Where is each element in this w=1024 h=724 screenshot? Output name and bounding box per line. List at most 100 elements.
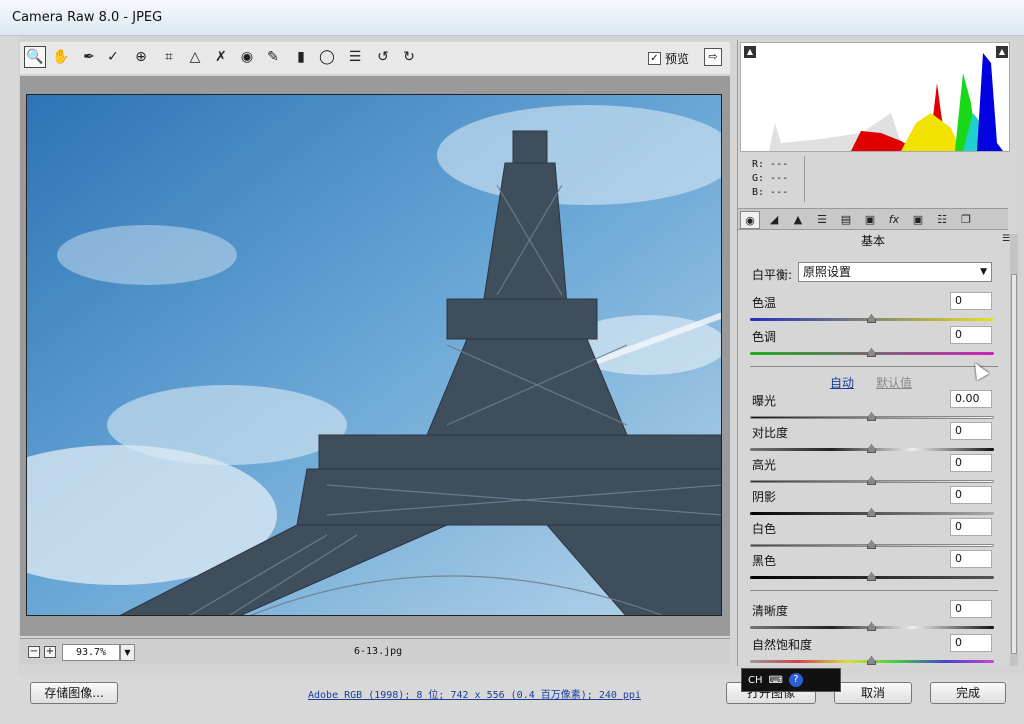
white-balance-select[interactable]: 原照设置 ▼ <box>798 262 992 282</box>
b-readout: B: --- <box>752 187 789 198</box>
preview-toggle[interactable]: ✓ 预览 <box>648 50 689 67</box>
ime-language[interactable]: CH <box>748 675 763 686</box>
panel-scrollbar[interactable] <box>1010 234 1018 666</box>
graduated-filter-icon[interactable]: ▮ <box>290 46 312 68</box>
zoom-icon[interactable]: 🔍 <box>24 46 46 68</box>
preview-checkbox[interactable]: ✓ <box>648 52 661 65</box>
zoom-dropdown-icon[interactable]: ▼ <box>120 644 135 661</box>
g-readout: G: --- <box>752 173 789 184</box>
effects-tab-icon[interactable]: fx <box>884 211 904 229</box>
slider-thumb[interactable] <box>867 656 876 665</box>
chevron-down-icon: ▼ <box>980 267 987 277</box>
slider-thumb[interactable] <box>867 572 876 581</box>
white-balance-icon[interactable]: ✒ <box>78 46 100 68</box>
divider <box>750 590 998 591</box>
section-title: 基本 <box>860 234 885 248</box>
zoom-level-field[interactable]: 93.7% <box>62 644 120 661</box>
photo-preview[interactable] <box>26 94 722 616</box>
default-link[interactable]: 默认值 <box>876 374 912 391</box>
white-balance-label: 白平衡: <box>752 268 793 282</box>
snapshots-tab-icon[interactable]: ❐ <box>956 211 976 229</box>
slider-whites: 白色 0 <box>750 518 994 554</box>
ime-toolbar[interactable]: CH ⌨ ? <box>741 668 841 692</box>
radial-filter-icon[interactable]: ◯ <box>316 46 338 68</box>
fullscreen-toggle-icon[interactable]: ⇨ <box>704 48 722 66</box>
slider-value-field[interactable]: 0 <box>950 600 992 618</box>
lens-tab-icon[interactable]: ▣ <box>860 211 880 229</box>
slider-label: 曝光 <box>752 394 777 408</box>
spot-removal-icon[interactable]: ✗ <box>210 46 232 68</box>
crop-icon[interactable]: ⌗ <box>158 46 180 68</box>
slider-label: 对比度 <box>752 426 789 440</box>
slider-thumb[interactable] <box>867 444 876 453</box>
left-edge <box>0 36 18 676</box>
slider-value-field[interactable]: 0 <box>950 422 992 440</box>
straighten-icon[interactable]: △ <box>184 46 206 68</box>
slider-shadows: 阴影 0 <box>750 486 994 522</box>
zoom-in-button[interactable]: + <box>44 646 56 658</box>
slider-clarity: 清晰度 0 <box>750 600 994 636</box>
slider-label: 高光 <box>752 458 777 472</box>
target-adjust-icon[interactable]: ⊕ <box>130 46 152 68</box>
red-eye-icon[interactable]: ◉ <box>236 46 258 68</box>
hsl-tab-icon[interactable]: ☰ <box>812 211 832 229</box>
panel-tabs: ◉ ◢ ▲ ☰ ▤ ▣ fx ▣ ☷ ❐ <box>738 208 1008 230</box>
save-image-button[interactable]: 存储图像... <box>30 682 118 704</box>
slider-thumb[interactable] <box>867 540 876 549</box>
color-sampler-icon[interactable]: ✓ <box>102 46 124 68</box>
histogram-graph <box>769 53 1003 151</box>
readout-divider <box>804 156 805 202</box>
slider-thumb[interactable] <box>867 476 876 485</box>
detail-tab-icon[interactable]: ▲ <box>788 211 808 229</box>
help-icon[interactable]: ? <box>788 673 803 687</box>
tone-curve-tab-icon[interactable]: ◢ <box>764 211 784 229</box>
slider-value-field[interactable]: 0 <box>950 634 992 652</box>
done-button[interactable]: 完成 <box>930 682 1006 704</box>
panel-menu-icon[interactable]: ☰ <box>1002 234 1010 244</box>
shadow-clipping-icon[interactable]: ▲ <box>744 46 756 58</box>
keyboard-icon[interactable]: ⌨ <box>769 675 783 686</box>
rotate-left-icon[interactable]: ↺ <box>372 46 394 68</box>
preview-label: 预览 <box>665 52 690 66</box>
slider-temperature: 色温 0 <box>750 292 994 328</box>
image-preview-area <box>20 76 730 636</box>
slider-thumb[interactable] <box>867 622 876 631</box>
eiffel-tower-image <box>27 95 721 615</box>
zoom-out-button[interactable]: − <box>28 646 40 658</box>
slider-value-field[interactable]: 0 <box>950 486 992 504</box>
slider-value-field[interactable]: 0 <box>950 454 992 472</box>
slider-thumb[interactable] <box>867 508 876 517</box>
slider-exposure: 曝光 0.00 <box>750 390 994 426</box>
split-toning-tab-icon[interactable]: ▤ <box>836 211 856 229</box>
slider-value-field[interactable]: 0 <box>950 292 992 310</box>
adjustment-brush-icon[interactable]: ✎ <box>262 46 284 68</box>
slider-value-field[interactable]: 0 <box>950 518 992 536</box>
slider-value-field[interactable]: 0.00 <box>950 390 992 408</box>
slider-contrast: 对比度 0 <box>750 422 994 458</box>
highlight-clipping-icon[interactable]: ▲ <box>996 46 1008 58</box>
basic-tab-icon[interactable]: ◉ <box>740 211 760 229</box>
slider-tint: 色调 0 <box>750 326 994 362</box>
scrollbar-thumb[interactable] <box>1011 274 1017 654</box>
workflow-options-link[interactable]: Adobe RGB (1998); 8 位; 742 x 556 (0.4 百万… <box>308 686 641 701</box>
slider-value-field[interactable]: 0 <box>950 550 992 568</box>
adjustments-panel: ▲ ▲ R: --- G: --- B: --- ◉ ◢ ▲ ☰ ▤ ▣ fx … <box>737 40 1018 666</box>
slider-label: 阴影 <box>752 490 777 504</box>
auto-link[interactable]: 自动 <box>830 374 854 391</box>
slider-highlights: 高光 0 <box>750 454 994 490</box>
cancel-button[interactable]: 取消 <box>834 682 912 704</box>
slider-label: 白色 <box>752 522 777 536</box>
preferences-icon[interactable]: ☰ <box>344 46 366 68</box>
slider-thumb[interactable] <box>867 412 876 421</box>
slider-value-field[interactable]: 0 <box>950 326 992 344</box>
slider-label: 黑色 <box>752 554 777 568</box>
rotate-right-icon[interactable]: ↻ <box>398 46 420 68</box>
slider-thumb[interactable] <box>867 314 876 323</box>
presets-tab-icon[interactable]: ☷ <box>932 211 952 229</box>
slider-thumb[interactable] <box>867 348 876 357</box>
camera-calibration-tab-icon[interactable]: ▣ <box>908 211 928 229</box>
slider-blacks: 黑色 0 <box>750 550 994 586</box>
title-bar: Camera Raw 8.0 - JPEG <box>0 0 1024 36</box>
hand-icon[interactable]: ✋ <box>50 46 72 68</box>
slider-label: 自然饱和度 <box>752 638 813 652</box>
